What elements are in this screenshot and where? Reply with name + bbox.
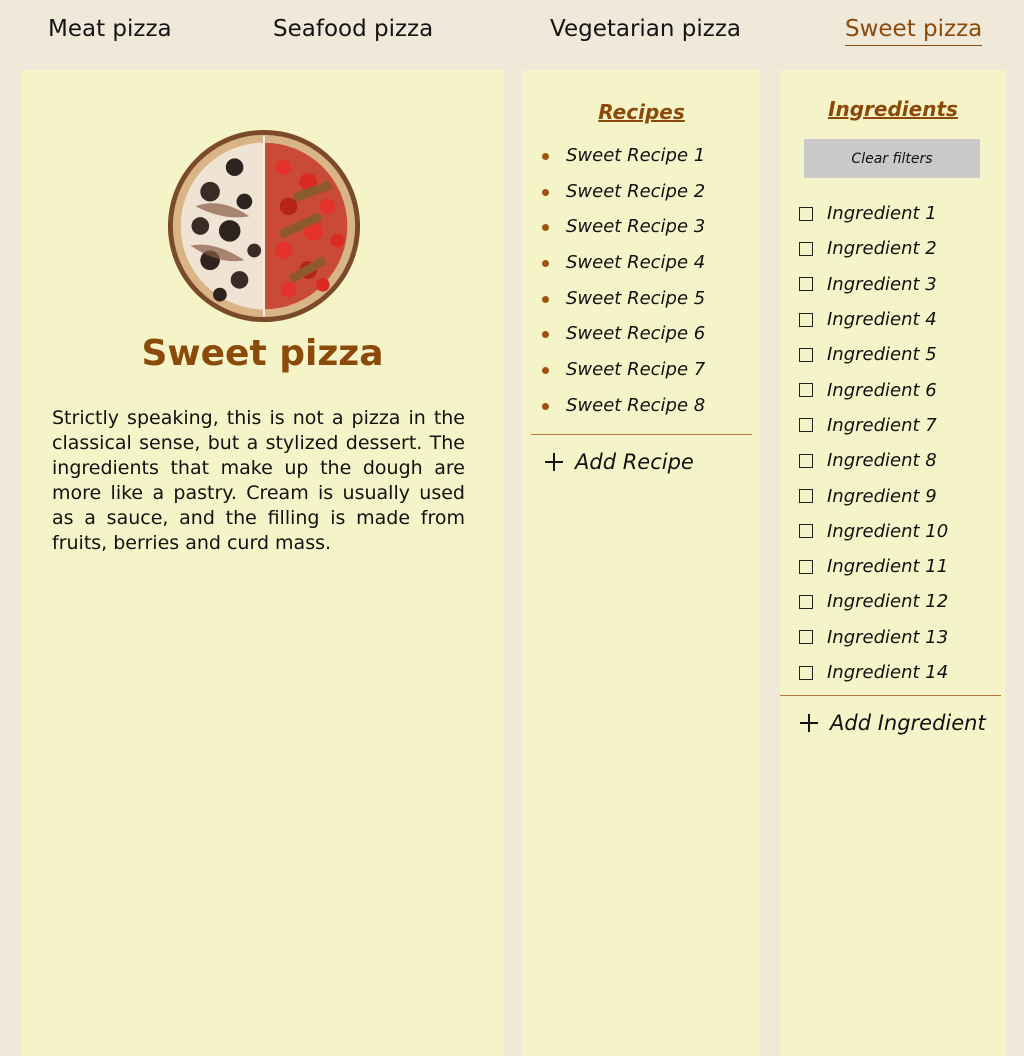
- bullet-icon: [542, 295, 549, 303]
- ingredient-item[interactable]: Ingredient 12: [799, 584, 948, 619]
- bullet-icon: [542, 188, 549, 196]
- ingredient-item[interactable]: Ingredient 11: [799, 549, 948, 584]
- ingredient-item[interactable]: Ingredient 2: [799, 231, 948, 266]
- bullet-icon: [542, 331, 549, 339]
- ingredients-divider: [780, 695, 1001, 696]
- recipes-panel: Recipes Sweet Recipe 1 Sweet Recipe 2 Sw…: [523, 70, 760, 1056]
- add-recipe-label: Add Recipe: [575, 450, 694, 474]
- recipe-label: Sweet Recipe 2: [566, 180, 706, 202]
- ingredient-checkbox[interactable]: [799, 312, 813, 327]
- tab-vegetarian-pizza[interactable]: Vegetarian pizza: [550, 14, 741, 44]
- recipe-label: Sweet Recipe 8: [566, 394, 706, 416]
- add-recipe-button[interactable]: Add Recipe: [545, 450, 694, 474]
- bullet-icon: [542, 260, 549, 268]
- ingredient-label: Ingredient 7: [827, 414, 937, 436]
- recipe-item[interactable]: Sweet Recipe 3: [541, 215, 705, 251]
- recipe-label: Sweet Recipe 6: [566, 323, 706, 345]
- recipes-heading: Recipes: [598, 100, 685, 124]
- ingredient-item[interactable]: Ingredient 14: [799, 655, 948, 690]
- ingredient-checkbox[interactable]: [799, 453, 813, 468]
- sweet-pizza-image: [167, 129, 361, 323]
- tab-seafood-pizza[interactable]: Seafood pizza: [273, 14, 433, 44]
- ingredient-item[interactable]: Ingredient 8: [799, 443, 948, 478]
- recipe-list: Sweet Recipe 1 Sweet Recipe 2 Sweet Reci…: [541, 144, 705, 430]
- recipes-divider: [531, 434, 752, 435]
- ingredients-panel: Ingredients Clear filters Ingredient 1 I…: [780, 70, 1006, 1056]
- ingredient-label: Ingredient 8: [827, 450, 937, 472]
- ingredient-item[interactable]: Ingredient 5: [799, 337, 948, 372]
- ingredient-checkbox[interactable]: [799, 630, 813, 645]
- page-title: Sweet pizza: [141, 333, 384, 374]
- ingredient-item[interactable]: Ingredient 4: [799, 302, 948, 337]
- ingredient-label: Ingredient 12: [827, 591, 949, 613]
- pizza-description-panel: Sweet pizza Strictly speaking, this is n…: [21, 70, 504, 1056]
- ingredient-label: Ingredient 6: [827, 379, 937, 401]
- ingredient-checkbox[interactable]: [799, 559, 813, 574]
- bullet-icon: [542, 224, 549, 232]
- ingredient-checkbox[interactable]: [799, 524, 813, 539]
- ingredient-filter-list: Ingredient 1 Ingredient 2 Ingredient 3 I…: [799, 196, 948, 690]
- ingredient-item[interactable]: Ingredient 7: [799, 408, 948, 443]
- ingredient-item[interactable]: Ingredient 9: [799, 478, 948, 513]
- bullet-icon: [542, 367, 549, 375]
- ingredient-label: Ingredient 13: [827, 626, 949, 648]
- bullet-icon: [542, 153, 549, 160]
- ingredient-label: Ingredient 1: [827, 203, 937, 225]
- ingredient-item[interactable]: Ingredient 13: [799, 620, 948, 655]
- ingredient-label: Ingredient 2: [827, 238, 937, 260]
- recipe-item[interactable]: Sweet Recipe 7: [541, 358, 705, 394]
- ingredient-label: Ingredient 4: [827, 309, 937, 331]
- recipe-label: Sweet Recipe 7: [566, 359, 706, 381]
- tab-sweet-pizza[interactable]: Sweet pizza: [845, 14, 983, 46]
- recipe-item[interactable]: Sweet Recipe 5: [541, 287, 705, 323]
- ingredient-checkbox[interactable]: [799, 418, 813, 433]
- ingredient-checkbox[interactable]: [799, 347, 813, 362]
- recipe-item[interactable]: Sweet Recipe 2: [541, 180, 705, 216]
- ingredient-label: Ingredient 3: [827, 273, 937, 295]
- ingredient-checkbox[interactable]: [799, 665, 813, 680]
- recipe-label: Sweet Recipe 1: [566, 145, 706, 166]
- clear-filters-button[interactable]: Clear filters: [804, 139, 980, 178]
- recipe-item[interactable]: Sweet Recipe 4: [541, 251, 705, 287]
- recipe-label: Sweet Recipe 4: [566, 252, 706, 274]
- plus-icon: [545, 453, 563, 471]
- ingredient-label: Ingredient 14: [827, 662, 949, 683]
- add-ingredient-button[interactable]: Add Ingredient: [800, 711, 986, 735]
- ingredient-item[interactable]: Ingredient 6: [799, 372, 948, 407]
- ingredient-item[interactable]: Ingredient 1: [799, 196, 948, 231]
- ingredient-checkbox[interactable]: [799, 489, 813, 504]
- ingredient-item[interactable]: Ingredient 10: [799, 514, 948, 549]
- tab-meat-pizza[interactable]: Meat pizza: [48, 14, 172, 44]
- ingredient-checkbox[interactable]: [799, 277, 813, 292]
- recipe-label: Sweet Recipe 5: [566, 287, 706, 309]
- add-ingredient-label: Add Ingredient: [830, 711, 986, 735]
- bullet-icon: [542, 402, 549, 410]
- ingredient-checkbox[interactable]: [799, 241, 813, 256]
- ingredient-label: Ingredient 11: [827, 556, 949, 578]
- recipe-label: Sweet Recipe 3: [566, 216, 706, 238]
- ingredient-label: Ingredient 5: [827, 344, 937, 366]
- ingredient-checkbox[interactable]: [799, 206, 813, 221]
- pizza-category-nav: Meat pizza Seafood pizza Vegetarian pizz…: [0, 0, 1024, 70]
- ingredient-item[interactable]: Ingredient 3: [799, 267, 948, 302]
- ingredient-label: Ingredient 10: [827, 520, 949, 542]
- recipe-item[interactable]: Sweet Recipe 6: [541, 322, 705, 358]
- recipe-item[interactable]: Sweet Recipe 1: [541, 144, 705, 180]
- recipe-item[interactable]: Sweet Recipe 8: [541, 394, 705, 430]
- pizza-description: Strictly speaking, this is not a pizza i…: [52, 407, 465, 554]
- ingredient-label: Ingredient 9: [827, 485, 937, 507]
- plus-icon: [800, 714, 818, 732]
- ingredient-checkbox[interactable]: [799, 594, 813, 609]
- ingredients-heading: Ingredients: [828, 97, 958, 121]
- ingredient-checkbox[interactable]: [799, 383, 813, 398]
